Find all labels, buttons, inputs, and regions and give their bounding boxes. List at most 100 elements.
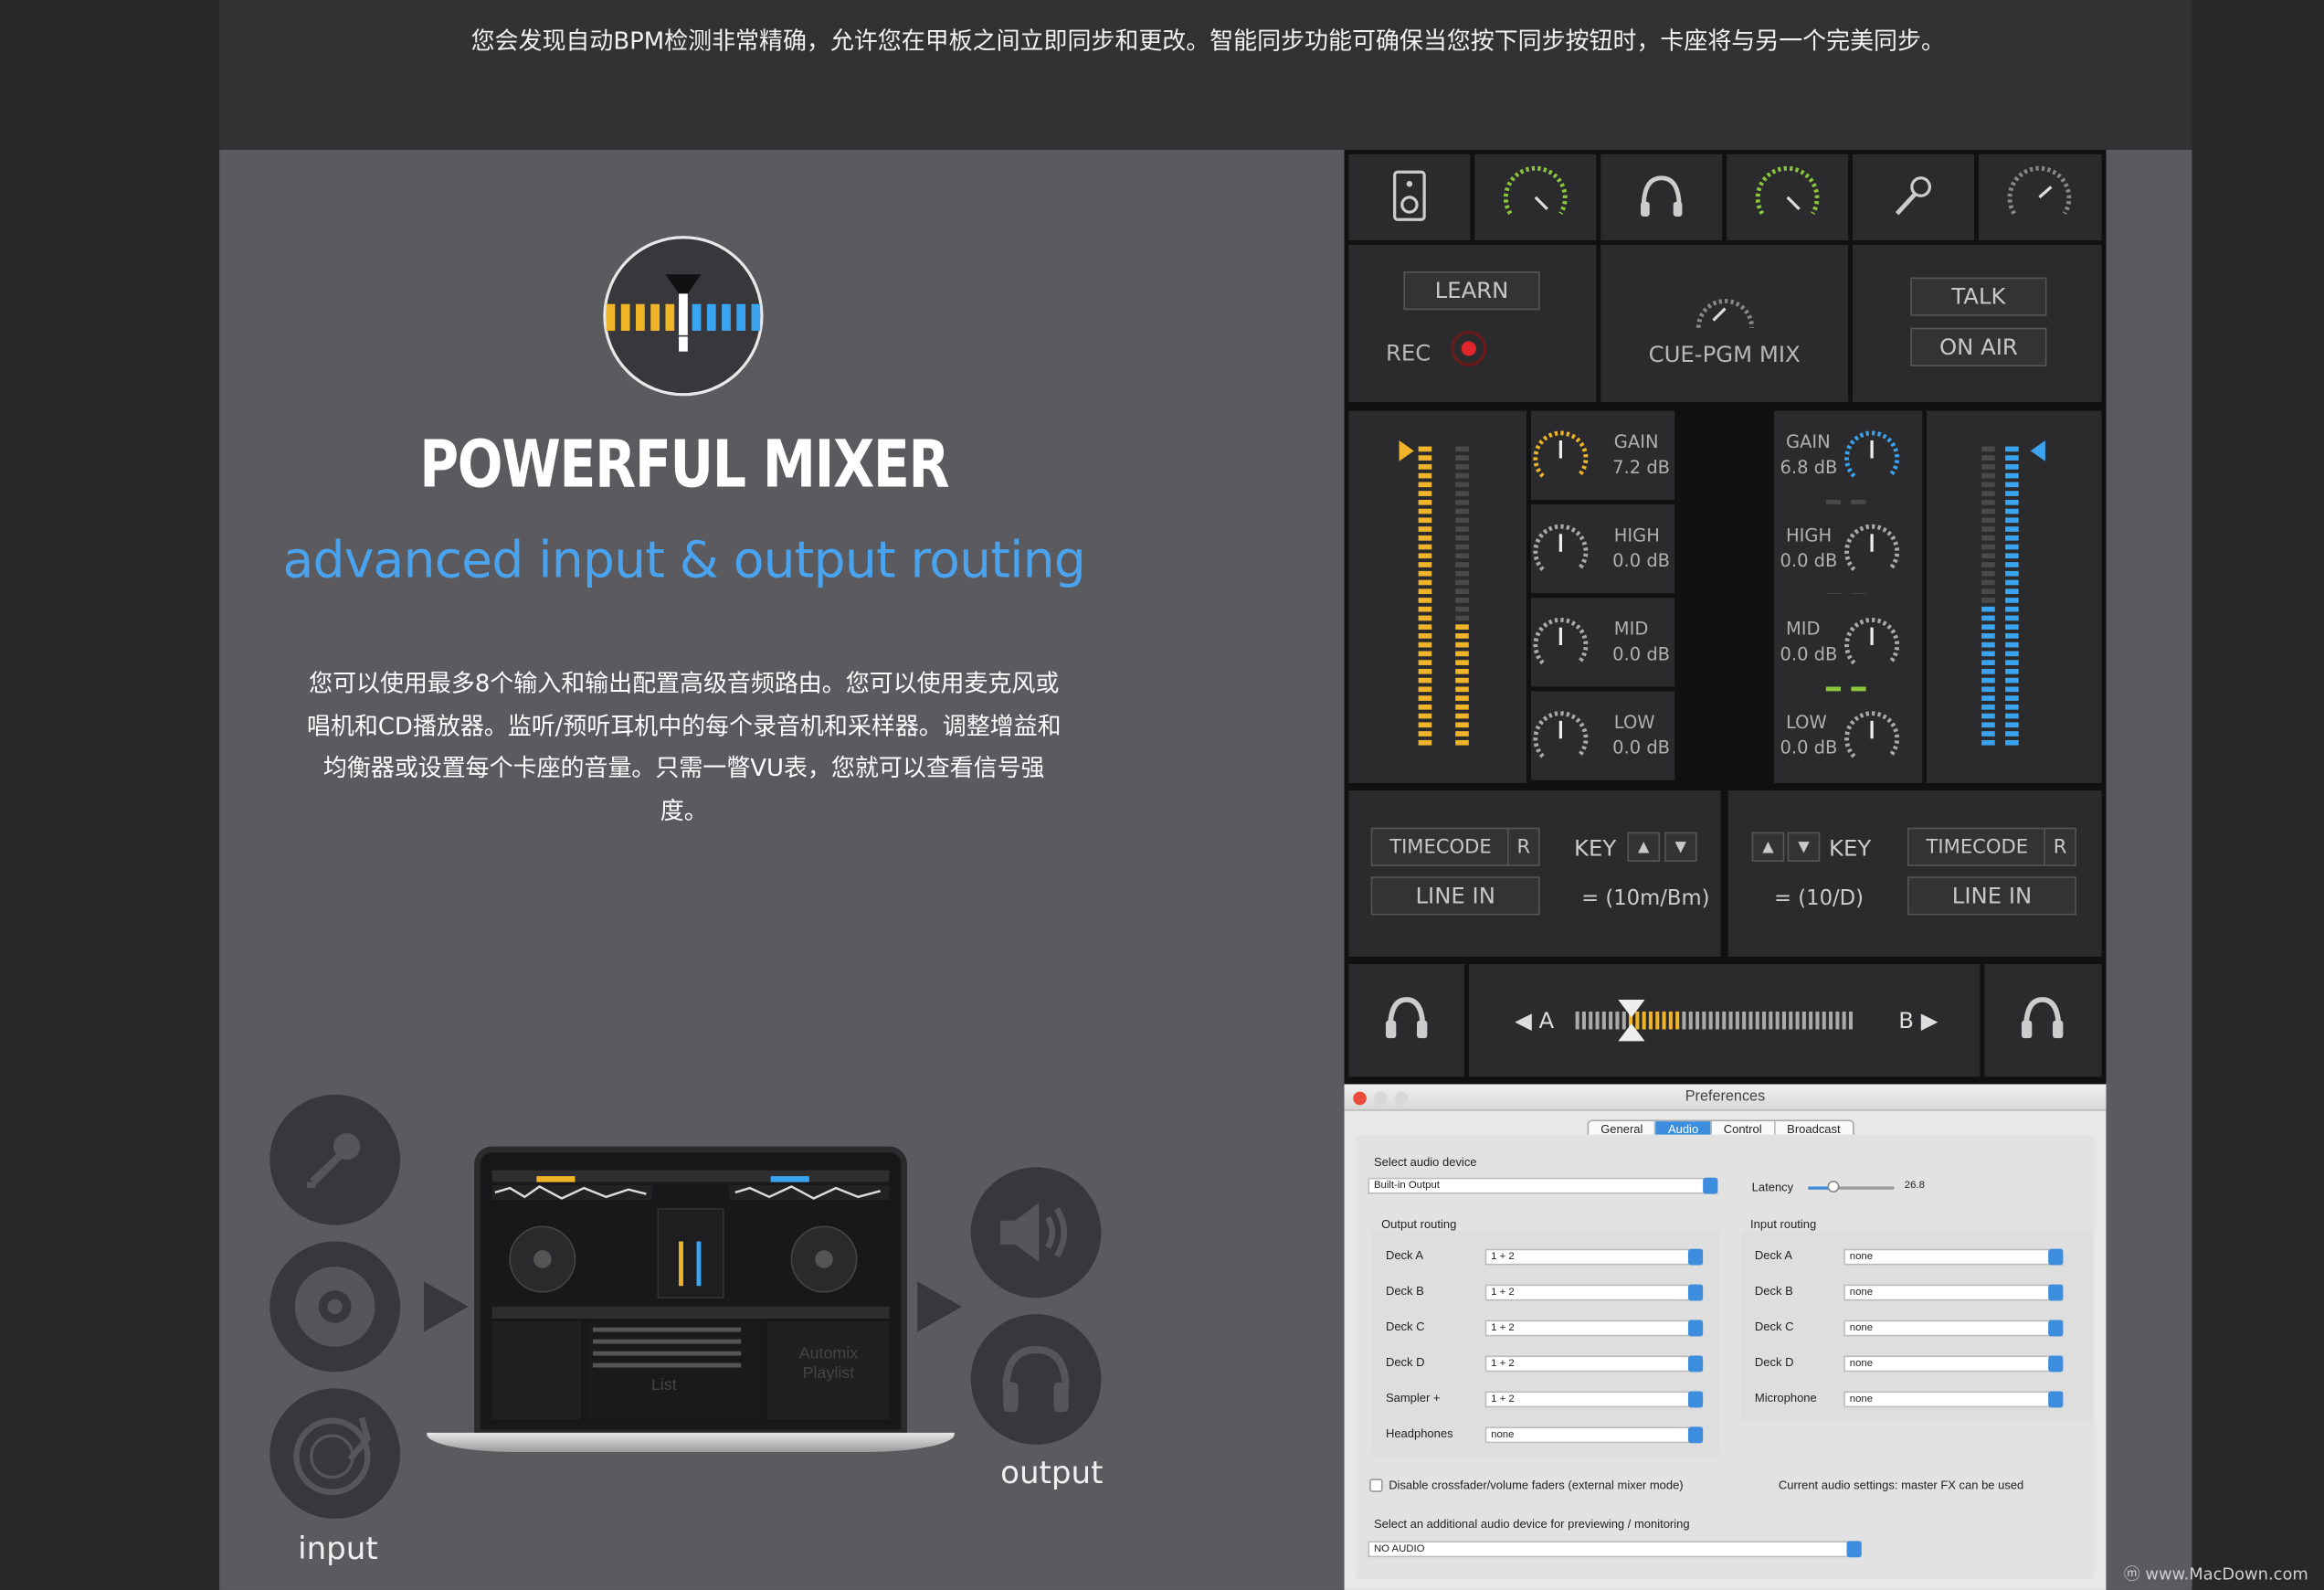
key-left-label: KEY [1573,834,1617,863]
output-routing-row-select[interactable]: none [1484,1426,1704,1444]
eq-right-mid-knob[interactable]: MID 0.0 dB [1774,598,1918,687]
crossfader-tick [1668,1011,1673,1030]
left-vu-marker [1399,440,1414,461]
right-vu-segment [1981,526,1995,532]
additional-device-select[interactable]: NO AUDIO [1368,1541,1862,1558]
left-vu-segment [1418,482,1432,488]
left-vu-segment [1455,606,1469,612]
key-left-down-button[interactable]: ▼ [1664,832,1697,863]
rec-button[interactable] [1451,330,1487,366]
key-left-up-button[interactable]: ▲ [1627,832,1661,863]
input-routing-row-select[interactable]: none [1843,1355,2064,1373]
crossfader-tick [1655,1011,1660,1030]
microphone-icon[interactable] [1853,154,1975,240]
crossfader-tick [1829,1011,1833,1030]
right-vu-segment [2005,491,2019,496]
output-routing-row-select[interactable]: 1 + 2 [1484,1320,1704,1337]
input-routing-row-select[interactable]: none [1843,1248,2064,1266]
left-vu-segment [1455,588,1469,595]
line-in-right-button[interactable]: LINE IN [1907,876,2076,916]
mixer-logo-icon [603,236,764,397]
crossfader-tick [1809,1011,1813,1030]
latency-slider[interactable] [1808,1180,1895,1192]
left-vu-segment [1418,669,1432,674]
monitor-volume-knob[interactable] [1474,154,1597,240]
talk-button[interactable]: TALK [1910,277,2047,316]
eq-left-low-knob[interactable]: LOW 0.0 dB [1530,691,1675,780]
headphones-monitor-icon[interactable] [1600,154,1723,240]
eq-left-high-value: 0.0 dB [1612,550,1671,571]
left-vu-segment [1418,686,1432,693]
left-vu-segment [1455,651,1469,657]
disable-faders-checkbox[interactable] [1369,1479,1383,1492]
left-vu-segment [1418,491,1432,496]
left-vu-segment [1418,695,1432,701]
rec-label: REC [1385,339,1431,366]
input-routing-row-select[interactable]: none [1843,1391,2064,1408]
left-vu-segment [1418,588,1432,595]
right-vu-segment [1981,695,1995,701]
timecode-right-r-button[interactable]: R [2044,827,2076,866]
right-vu-segment [1981,562,1995,567]
eq-right-low-knob[interactable]: LOW 0.0 dB [1774,691,1918,780]
output-routing-row-label: Sampler + [1385,1391,1441,1405]
left-vu-segment [1418,570,1432,577]
crossfader-tick [1742,1011,1747,1030]
left-vu-segment [1455,482,1469,488]
left-vu-segment [1418,526,1432,532]
close-window-button[interactable] [1353,1091,1367,1106]
microphone-volume-knob[interactable] [1978,154,2102,240]
input-routing-row-select[interactable]: none [1843,1320,2064,1337]
on-air-button[interactable]: ON AIR [1910,327,2047,366]
zoom-window-button[interactable] [1394,1091,1409,1106]
eq-left-gain-knob[interactable]: GAIN 7.2 dB [1530,410,1675,500]
right-vu-segment [2005,570,2019,577]
left-vu-segment [1455,695,1469,701]
eq-right-gain-knob[interactable]: GAIN 6.8 dB [1774,410,1918,500]
right-vu-segment [1981,544,1995,550]
output-routing-row-select[interactable]: 1 + 2 [1484,1248,1704,1266]
headphones-right-cue-icon[interactable] [1984,964,2102,1077]
eq-left-high-knob[interactable]: HIGH 0.0 dB [1530,504,1675,594]
current-settings-text: Current audio settings: master FX can be… [1778,1479,2024,1492]
line-in-left-button[interactable]: LINE IN [1370,876,1540,916]
key-right-down-button[interactable]: ▼ [1787,832,1821,863]
crossfader-tick [1735,1011,1739,1030]
left-vu-segment [1418,446,1432,452]
select-device-label: Select audio device [1373,1155,1477,1170]
speaker-monitor-icon[interactable] [1348,154,1471,240]
left-vu-segment [1455,472,1469,479]
crossfader-tick [1682,1011,1686,1030]
output-routing-row-select[interactable]: 1 + 2 [1484,1391,1704,1408]
right-vu-segment [1981,570,1995,577]
minimize-window-button[interactable] [1373,1091,1388,1106]
left-vu-meter [1399,440,1469,746]
right-vu-section [1927,410,2102,783]
headphones-volume-knob[interactable] [1727,154,1849,240]
left-vu-segment [1455,446,1469,452]
left-vu-segment [1455,731,1469,737]
right-vu-segment [1981,499,1995,505]
eq-right-low-label: LOW [1785,712,1827,733]
right-vu-segment [1981,633,1995,639]
crossfader-tick [1609,1011,1613,1030]
headphones-left-cue-icon[interactable] [1348,964,1464,1077]
timecode-right-button[interactable]: TIMECODE [1907,827,2047,866]
learn-button[interactable]: LEARN [1403,271,1540,311]
output-routing-row-select[interactable]: 1 + 2 [1484,1355,1704,1373]
eq-right-high-knob[interactable]: HIGH 0.0 dB [1774,504,1918,594]
left-vu-segment [1455,579,1469,586]
watermark: ⓜ www.MacDown.com [2123,1564,2308,1585]
right-vu-segment [2005,588,2019,595]
right-vu-segment [2005,633,2019,639]
input-routing-row-select[interactable]: none [1843,1284,2064,1301]
output-routing-row-select[interactable]: 1 + 2 [1484,1284,1704,1301]
crossfader-tick [1769,1011,1773,1030]
eq-left-mid-knob[interactable]: MID 0.0 dB [1530,598,1675,687]
timecode-left-button[interactable]: TIMECODE [1370,827,1511,866]
left-vu-segment [1418,499,1432,505]
right-vu-segment [1981,677,1995,684]
audio-device-select[interactable]: Built-in Output [1368,1177,1718,1194]
key-right-up-button[interactable]: ▲ [1751,832,1785,863]
timecode-left-r-button[interactable]: R [1506,827,1540,866]
